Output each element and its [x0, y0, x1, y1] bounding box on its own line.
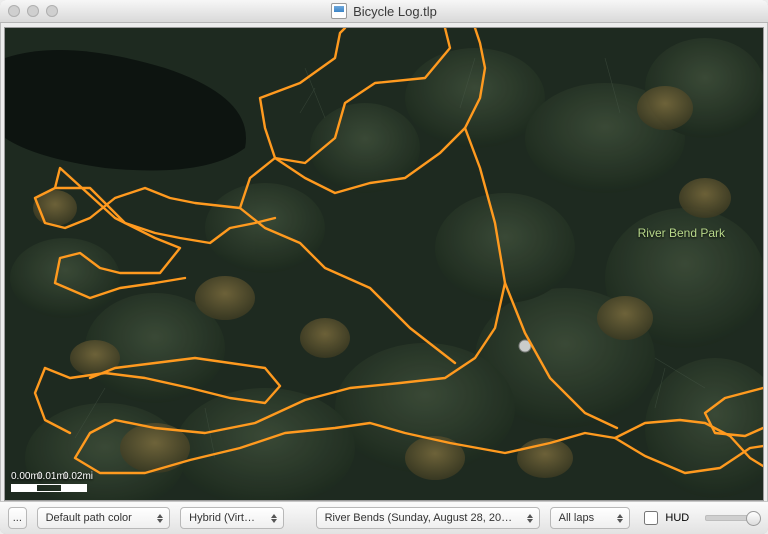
- scale-tick-0: 0.00mi: [11, 471, 37, 482]
- activity-select[interactable]: River Bends (Sunday, August 28, 20…: [316, 507, 540, 529]
- ellipsis-icon: ...: [13, 512, 22, 524]
- scale-tick-2: 0.02mi: [63, 471, 89, 482]
- path-color-label: Default path color: [46, 512, 132, 524]
- chevron-updown-icon: [525, 510, 535, 526]
- chevron-updown-icon: [155, 510, 165, 526]
- gps-track: [5, 28, 763, 500]
- traffic-lights: [8, 5, 58, 17]
- document-icon: [331, 3, 347, 19]
- window-title-text: Bicycle Log.tlp: [353, 4, 437, 19]
- activity-label: River Bends (Sunday, August 28, 20…: [325, 512, 513, 524]
- close-icon[interactable]: [8, 5, 20, 17]
- laps-select[interactable]: All laps: [550, 507, 631, 529]
- hud-checkbox[interactable]: HUD: [640, 508, 689, 528]
- hud-checkbox-input[interactable]: [644, 511, 658, 525]
- scale-tick-1: 0.01mi: [37, 471, 63, 482]
- titlebar[interactable]: Bicycle Log.tlp: [0, 0, 768, 23]
- chevron-updown-icon: [615, 510, 625, 526]
- opacity-slider[interactable]: [705, 515, 760, 521]
- hud-label: HUD: [665, 512, 689, 524]
- scale-bar: 0.00mi0.01mi0.02mi: [11, 471, 89, 492]
- options-button[interactable]: ...: [8, 507, 27, 529]
- minimize-icon[interactable]: [27, 5, 39, 17]
- slider-thumb[interactable]: [746, 511, 761, 526]
- window-title: Bicycle Log.tlp: [0, 3, 768, 19]
- path-color-select[interactable]: Default path color: [37, 507, 171, 529]
- zoom-icon[interactable]: [46, 5, 58, 17]
- toolbar: ... Default path color Hybrid (Virt… Riv…: [0, 501, 768, 534]
- map-label-park: River Bend Park: [638, 226, 725, 240]
- laps-label: All laps: [559, 512, 594, 524]
- app-window: Bicycle Log.tlp: [0, 0, 768, 534]
- map-type-label: Hybrid (Virt…: [189, 512, 255, 524]
- map-view[interactable]: River Bend Park 0.00mi0.01mi0.02mi: [4, 27, 764, 501]
- map-type-select[interactable]: Hybrid (Virt…: [180, 507, 283, 529]
- chevron-updown-icon: [269, 510, 279, 526]
